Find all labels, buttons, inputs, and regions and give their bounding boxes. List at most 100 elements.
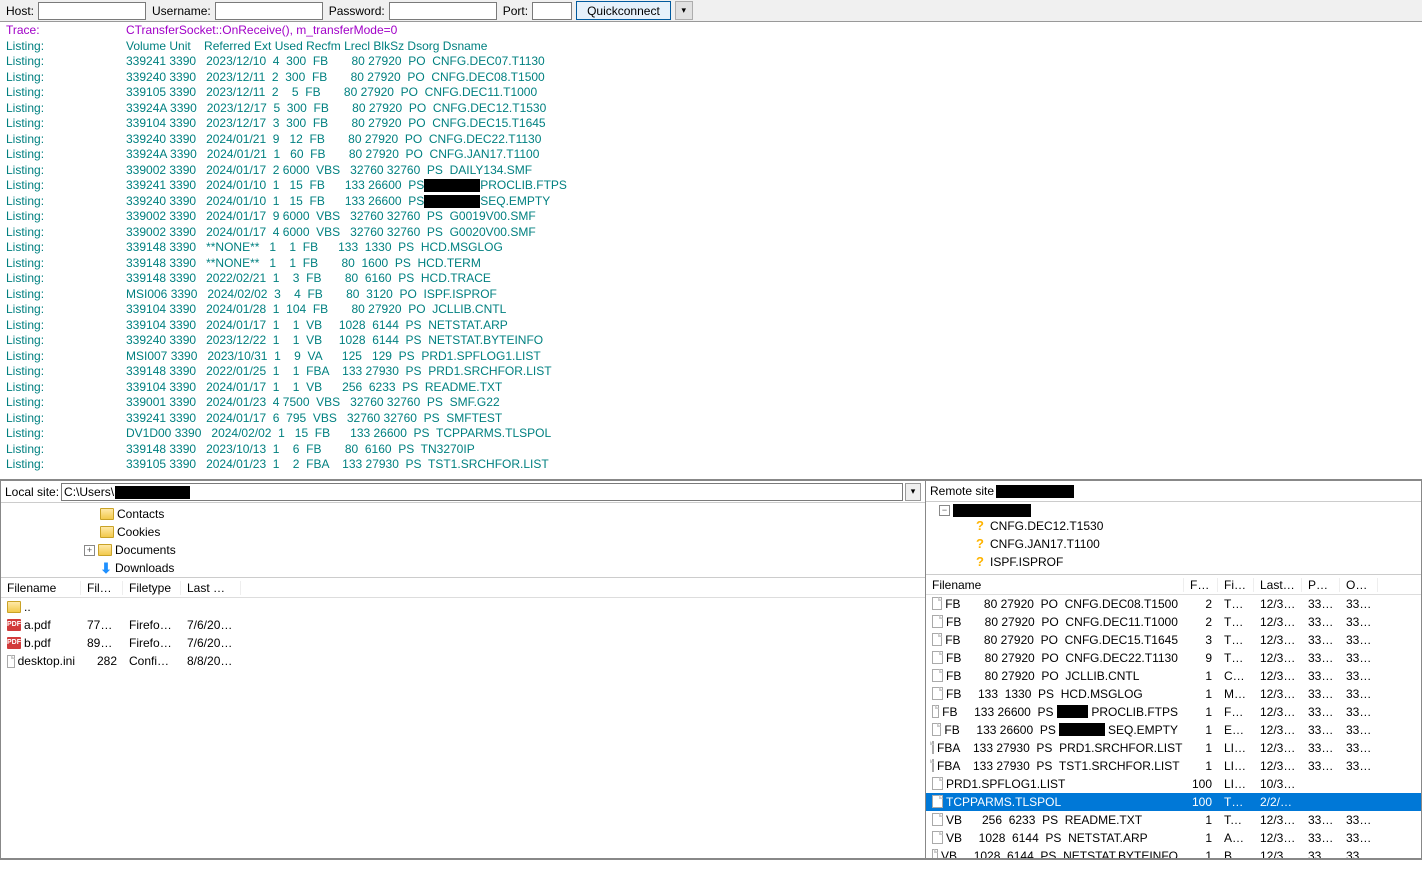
col-permissions[interactable]: Per...: [1302, 578, 1340, 592]
tree-item[interactable]: ⬇Downloads: [5, 559, 921, 577]
file-icon: [932, 777, 943, 790]
quickconnect-button[interactable]: Quickconnect: [576, 1, 671, 20]
redacted: [996, 485, 1074, 498]
tree-item-label: Cookies: [117, 523, 160, 541]
file-icon: [932, 651, 943, 664]
unknown-icon: ?: [973, 519, 987, 533]
col-lastmod[interactable]: Last m...: [1254, 578, 1302, 592]
list-item[interactable]: FBA 133 27930 PS PRD1.SRCHFOR.LIST1LIST …: [926, 739, 1421, 757]
file-icon: [932, 759, 934, 772]
remote-tree[interactable]: −?CNFG.DEC12.T1530?CNFG.JAN17.T1100?ISPF…: [926, 502, 1421, 575]
col-filetype[interactable]: Filet...: [1218, 578, 1254, 592]
expand-toggle[interactable]: −: [939, 505, 950, 516]
list-item[interactable]: FB 80 27920 PO CNFG.DEC15.T16453T164...1…: [926, 631, 1421, 649]
port-input[interactable]: [532, 2, 572, 20]
unknown-icon: ?: [973, 537, 987, 551]
folder-icon: [7, 601, 21, 613]
list-item[interactable]: FB 80 27920 PO CNFG.DEC22.T11309T113...1…: [926, 649, 1421, 667]
list-item[interactable]: FB 133 26600 PSPROCLIB.FTPS1FTPS...12/31…: [926, 703, 1421, 721]
list-item[interactable]: VB 1028 6144 PS NETSTAT.BYTEINFO1BYTE...…: [926, 847, 1421, 858]
tree-item-label: Documents: [115, 541, 176, 559]
file-icon: [932, 831, 943, 844]
folder-icon: [98, 544, 112, 556]
file-icon: [932, 795, 943, 808]
message-log: Trace:CTransferSocket::OnReceive(), m_tr…: [0, 22, 1422, 480]
list-item[interactable]: VB 256 6233 PS README.TXT1Text ...12/31/…: [926, 811, 1421, 829]
pdf-icon: PDF: [7, 619, 21, 631]
password-label: Password:: [329, 4, 385, 18]
col-filesize[interactable]: Filesi...: [81, 581, 123, 595]
local-site-row: Local site: ▾: [1, 481, 925, 503]
quickconnect-bar: Host: Username: Password: Port: Quickcon…: [0, 0, 1422, 22]
site-split: Local site: ▾ ContactsCookies + Documents⬇…: [0, 480, 1422, 859]
tree-item[interactable]: ?ISPF.ISPROF: [930, 553, 1417, 571]
file-icon: [932, 597, 942, 610]
list-item[interactable]: desktop.ini282Configur...8/8/202...: [1, 652, 925, 670]
password-input[interactable]: [389, 2, 497, 20]
list-item[interactable]: FBA 133 27930 PS TST1.SRCHFOR.LIST1LIST …: [926, 757, 1421, 775]
local-path-dropdown[interactable]: ▾: [905, 483, 921, 501]
remote-site-row: Remote site: [926, 481, 1421, 502]
expand-toggle[interactable]: +: [84, 545, 95, 556]
file-icon: [7, 655, 15, 668]
remote-file-header[interactable]: Filename Files... Filet... Last m... Per…: [926, 575, 1421, 594]
tree-item-label: ISPF.ISPROF: [990, 553, 1063, 571]
file-icon: [932, 813, 943, 826]
tree-item-label: CNFG.DEC12.T1530: [990, 517, 1103, 535]
local-file-list[interactable]: ..PDFa.pdf773,...Firefox P...7/6/202...P…: [1, 598, 925, 858]
file-icon: [932, 741, 934, 754]
local-pane: Local site: ▾ ContactsCookies + Documents⬇…: [0, 480, 925, 859]
local-site-label: Local site:: [5, 485, 59, 499]
file-icon: [932, 849, 938, 857]
list-item[interactable]: TCPPARMS.TLSPOL100TLSP...2/2/20...: [926, 793, 1421, 811]
list-item[interactable]: ..: [1, 598, 925, 616]
pdf-icon: PDF: [7, 637, 21, 649]
col-lastmod[interactable]: Last mo...: [181, 581, 241, 595]
tree-item[interactable]: Cookies: [5, 523, 921, 541]
port-label: Port:: [503, 4, 528, 18]
username-input[interactable]: [215, 2, 323, 20]
col-owner[interactable]: Own...: [1340, 578, 1378, 592]
download-icon: ⬇: [100, 562, 112, 574]
list-item[interactable]: FB 80 27920 PO CNFG.DEC11.T10002T100...1…: [926, 613, 1421, 631]
file-icon: [932, 687, 943, 700]
list-item[interactable]: PDFb.pdf897,...Firefox P...7/6/202...: [1, 634, 925, 652]
folder-icon: [100, 508, 114, 520]
list-item[interactable]: FB 133 1330 PS HCD.MSGLOG1MSG...12/31/..…: [926, 685, 1421, 703]
file-icon: [932, 669, 943, 682]
tree-item[interactable]: Contacts: [5, 505, 921, 523]
local-tree[interactable]: ContactsCookies + Documents⬇Downloads: [1, 503, 925, 578]
tree-item[interactable]: ?CNFG.DEC12.T1530: [930, 517, 1417, 535]
host-label: Host:: [6, 4, 34, 18]
username-label: Username:: [152, 4, 211, 18]
file-icon: [932, 723, 941, 736]
local-file-header[interactable]: Filename Filesi... Filetype Last mo...: [1, 578, 925, 598]
file-icon: [932, 705, 939, 718]
remote-site-label: Remote site: [930, 484, 994, 498]
quickconnect-history-dropdown[interactable]: ▾: [675, 1, 693, 20]
tree-item[interactable]: ?CNFG.JAN17.T1100: [930, 535, 1417, 553]
file-icon: [932, 633, 942, 646]
tree-item[interactable]: −: [930, 504, 1417, 517]
list-item[interactable]: FB 80 27920 PO CNFG.DEC08.T15002T150...1…: [926, 595, 1421, 613]
list-item[interactable]: FB 80 27920 PO JCLLIB.CNTL1CNT...12/31/.…: [926, 667, 1421, 685]
tree-item-label: CNFG.JAN17.T1100: [990, 535, 1100, 553]
list-item[interactable]: FB 133 26600 PSSEQ.EMPTY1EMP...12/31/...…: [926, 721, 1421, 739]
host-input[interactable]: [38, 2, 146, 20]
tree-item-label: Contacts: [117, 505, 164, 523]
unknown-icon: ?: [973, 555, 987, 569]
transfer-queue[interactable]: [0, 859, 1422, 878]
remote-file-list[interactable]: FB 80 27920 PO CNFG.DEC08.T15002T150...1…: [926, 595, 1421, 858]
remote-pane: Remote site −?CNFG.DEC12.T1530?CNFG.JAN1…: [925, 480, 1422, 859]
col-filetype[interactable]: Filetype: [123, 581, 181, 595]
tree-item-label: Downloads: [115, 559, 174, 577]
col-filename[interactable]: Filename: [1, 581, 81, 595]
folder-icon: [100, 526, 114, 538]
tree-item[interactable]: + Documents: [5, 541, 921, 559]
col-filename[interactable]: Filename: [926, 578, 1184, 592]
list-item[interactable]: VB 1028 6144 PS NETSTAT.ARP1ARP ...12/31…: [926, 829, 1421, 847]
list-item[interactable]: PDFa.pdf773,...Firefox P...7/6/202...: [1, 616, 925, 634]
list-item[interactable]: PRD1.SPFLOG1.LIST100LIST ...10/31/...: [926, 775, 1421, 793]
file-icon: [932, 615, 943, 628]
col-filesize[interactable]: Files...: [1184, 578, 1218, 592]
